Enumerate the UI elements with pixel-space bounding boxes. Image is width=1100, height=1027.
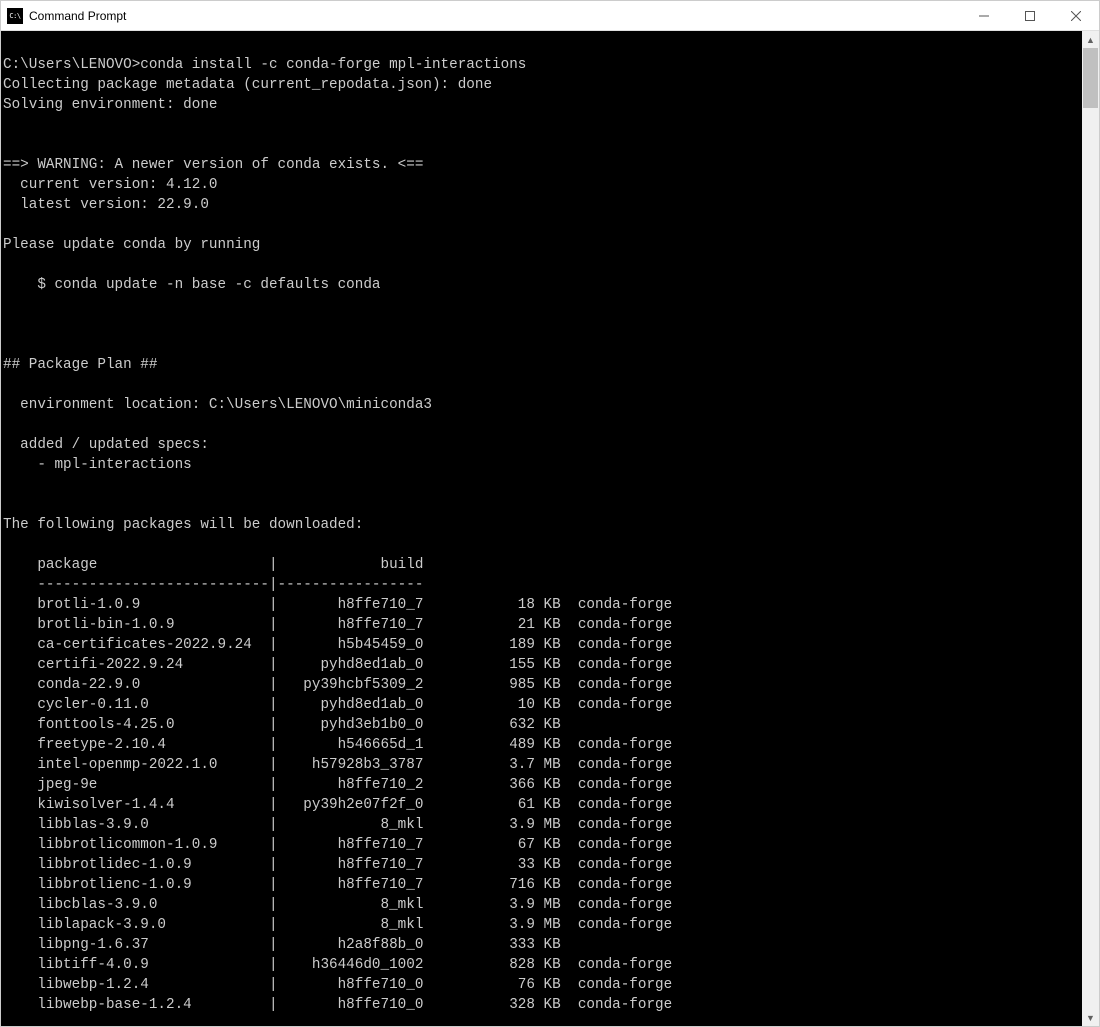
scroll-down-arrow-icon[interactable]: ▼ [1082,1009,1099,1026]
maximize-button[interactable] [1007,1,1053,30]
command-prompt-window: C:\ Command Prompt C:\Users\LENOVO>conda… [0,0,1100,1027]
minimize-button[interactable] [961,1,1007,30]
scroll-thumb[interactable] [1083,48,1098,108]
window-controls [961,1,1099,30]
app-icon-text: C:\ [9,12,20,20]
window-title: Command Prompt [29,9,126,23]
titlebar[interactable]: C:\ Command Prompt [1,1,1099,31]
terminal-output[interactable]: C:\Users\LENOVO>conda install -c conda-f… [1,31,1082,1026]
close-button[interactable] [1053,1,1099,30]
app-icon: C:\ [7,8,23,24]
close-icon [1071,11,1081,21]
minimize-icon [979,11,989,21]
scroll-up-arrow-icon[interactable]: ▲ [1082,31,1099,48]
terminal-area: C:\Users\LENOVO>conda install -c conda-f… [1,31,1099,1026]
maximize-icon [1025,11,1035,21]
scrollbar[interactable]: ▲ ▼ [1082,31,1099,1026]
